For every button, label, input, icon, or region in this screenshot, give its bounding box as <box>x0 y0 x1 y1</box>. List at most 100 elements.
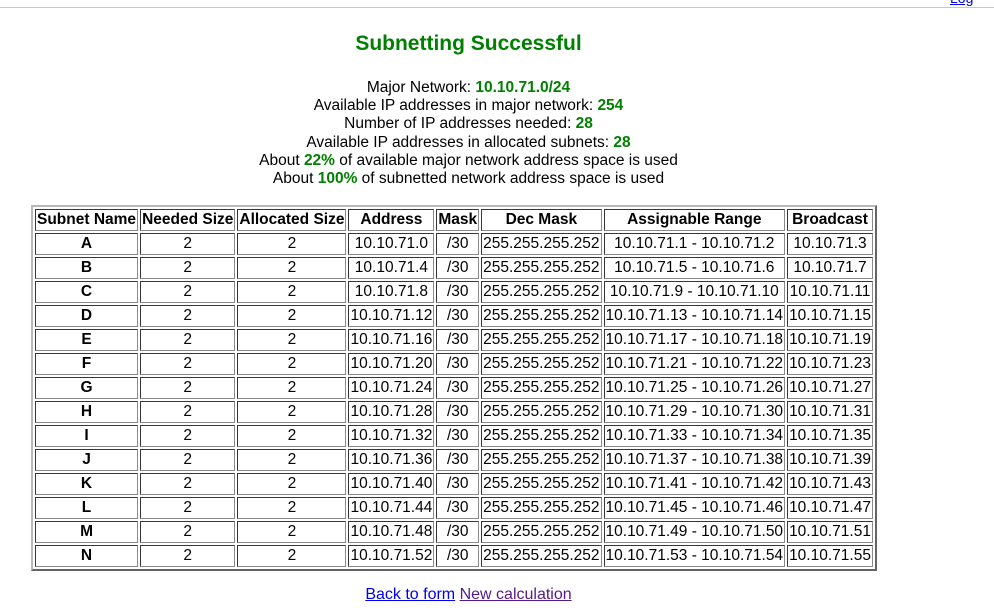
page-title: Subnetting Successful <box>355 32 582 55</box>
dec-mask-cell: 255.255.255.252 <box>481 353 602 375</box>
subnet-name-cell: N <box>35 545 139 567</box>
column-header: Broadcast <box>787 209 873 231</box>
address-cell: 10.10.71.12 <box>348 305 435 327</box>
address-cell: 10.10.71.36 <box>348 449 435 471</box>
table-row: K 2 2 10.10.71.40/30 255.255.255.252 10.10.71… <box>35 473 873 495</box>
allocated-size-cell: 2 <box>237 257 347 279</box>
allocated-size-cell: 2 <box>237 353 347 375</box>
assignable-range-cell: 10.10.71.9 - 10.10.71.10 <box>603 281 786 303</box>
assignable-range-cell: 10.10.71.37 - 10.10.71.38 <box>603 449 786 471</box>
assignable-range-cell: 10.10.71.33 - 10.10.71.34 <box>603 425 786 447</box>
mask-cell: /30 <box>436 329 480 351</box>
broadcast-cell: 10.10.71.3 <box>787 233 873 255</box>
dec-mask-cell: 255.255.255.252 <box>481 233 602 255</box>
footer-links: Back to form New calculation <box>0 586 937 604</box>
address-cell: 10.10.71.16 <box>348 329 435 351</box>
back-to-form-link[interactable]: Back to form <box>365 586 455 603</box>
needed-size-cell: 2 <box>140 329 236 351</box>
column-header: Mask <box>436 209 480 231</box>
address-cell: 10.10.71.52 <box>348 545 435 567</box>
assignable-range-cell: 10.10.71.45 - 10.10.71.46 <box>603 497 786 519</box>
allocated-size-cell: 2 <box>237 545 347 567</box>
table-header-row: Subnet Name Needed Size Allocated Size Addr… <box>35 209 873 231</box>
needed-size-cell: 2 <box>140 425 236 447</box>
mask-cell: /30 <box>436 233 480 255</box>
summary-needed: Number of IP addresses needed: 28 <box>344 115 593 133</box>
needed-size-cell: 2 <box>140 545 236 567</box>
column-header: Needed Size <box>140 209 236 231</box>
broadcast-cell: 10.10.71.55 <box>787 545 873 567</box>
table-row: G 2 2 10.10.71.24/30 255.255.255.252 10.10.71… <box>35 377 873 399</box>
clipped-top-right-link[interactable]: Log <box>950 0 994 8</box>
assignable-range-cell: 10.10.71.25 - 10.10.71.26 <box>603 377 786 399</box>
table-row: B 2 2 10.10.71.4/30 255.255.255.252 10.10.71.… <box>35 257 873 279</box>
dec-mask-cell: 255.255.255.252 <box>481 473 602 495</box>
subnet-name-cell: C <box>35 281 139 303</box>
needed-size-cell: 2 <box>140 473 236 495</box>
assignable-range-cell: 10.10.71.29 - 10.10.71.30 <box>603 401 786 423</box>
address-cell: 10.10.71.24 <box>348 377 435 399</box>
top-divider <box>0 7 994 8</box>
needed-size-cell: 2 <box>140 401 236 423</box>
allocated-size-cell: 2 <box>237 233 347 255</box>
mask-cell: /30 <box>436 353 480 375</box>
mask-cell: /30 <box>436 401 480 423</box>
dec-mask-cell: 255.255.255.252 <box>481 305 602 327</box>
allocated-size-cell: 2 <box>237 425 347 447</box>
allocated-size-cell: 2 <box>237 329 347 351</box>
address-cell: 10.10.71.4 <box>348 257 435 279</box>
broadcast-cell: 10.10.71.35 <box>787 425 873 447</box>
needed-size-cell: 2 <box>140 281 236 303</box>
needed-size-cell: 2 <box>140 305 236 327</box>
mask-cell: /30 <box>436 449 480 471</box>
subnet-name-cell: J <box>35 449 139 471</box>
allocated-size-cell: 2 <box>237 401 347 423</box>
column-header: Address <box>348 209 435 231</box>
table-row: I 2 2 10.10.71.32/30 255.255.255.252 10.10.71… <box>35 425 873 447</box>
table-row: M 2 2 10.10.71.48/30 255.255.255.252 10.10.71… <box>35 521 873 543</box>
needed-size-cell: 2 <box>140 497 236 519</box>
subnet-name-cell: G <box>35 377 139 399</box>
table-row: F 2 2 10.10.71.20/30 255.255.255.252 10.10.71… <box>35 353 873 375</box>
summary-subnet-used: About 100% of subnetted network address … <box>272 170 665 188</box>
mask-cell: /30 <box>436 305 480 327</box>
assignable-range-cell: 10.10.71.17 - 10.10.71.18 <box>603 329 786 351</box>
allocated-size-cell: 2 <box>237 281 347 303</box>
assignable-range-cell: 10.10.71.41 - 10.10.71.42 <box>603 473 786 495</box>
summary-major-used: About 22% of available major network add… <box>259 151 678 169</box>
subnet-name-cell: K <box>35 473 139 495</box>
mask-cell: /30 <box>436 425 480 447</box>
column-header: Subnet Name <box>35 209 139 231</box>
summary-available-allocated: Available IP addresses in allocated subn… <box>306 133 631 151</box>
mask-cell: /30 <box>436 545 480 567</box>
mask-cell: /30 <box>436 257 480 279</box>
column-header: Dec Mask <box>481 209 602 231</box>
dec-mask-cell: 255.255.255.252 <box>481 521 602 543</box>
mask-cell: /30 <box>436 473 480 495</box>
mask-cell: /30 <box>436 281 480 303</box>
broadcast-cell: 10.10.71.7 <box>787 257 873 279</box>
dec-mask-cell: 255.255.255.252 <box>481 329 602 351</box>
table-row: J 2 2 10.10.71.36/30 255.255.255.252 10.10.71… <box>35 449 873 471</box>
address-cell: 10.10.71.20 <box>348 353 435 375</box>
subnet-name-cell: F <box>35 353 139 375</box>
subnet-table-container: Subnet Name Needed Size Allocated Size Addr… <box>31 205 877 571</box>
address-cell: 10.10.71.48 <box>348 521 435 543</box>
broadcast-cell: 10.10.71.47 <box>787 497 873 519</box>
mask-cell: /30 <box>436 377 480 399</box>
dec-mask-cell: 255.255.255.252 <box>481 497 602 519</box>
needed-size-cell: 2 <box>140 353 236 375</box>
dec-mask-cell: 255.255.255.252 <box>481 257 602 279</box>
new-calculation-link[interactable]: New calculation <box>460 586 572 603</box>
subnet-name-cell: I <box>35 425 139 447</box>
table-row: E 2 2 10.10.71.16/30 255.255.255.252 10.10.71… <box>35 329 873 351</box>
table-row: D 2 2 10.10.71.12/30 255.255.255.252 10.10.71… <box>35 305 873 327</box>
table-row: L 2 2 10.10.71.44/30 255.255.255.252 10.10.71… <box>35 497 873 519</box>
summary-available-major: Available IP addresses in major network:… <box>313 97 624 115</box>
assignable-range-cell: 10.10.71.5 - 10.10.71.6 <box>603 257 786 279</box>
needed-size-cell: 2 <box>140 521 236 543</box>
column-header: Allocated Size <box>237 209 347 231</box>
allocated-size-cell: 2 <box>237 497 347 519</box>
table-row: A 2 2 10.10.71.0/30 255.255.255.252 10.10.71.… <box>35 233 873 255</box>
needed-size-cell: 2 <box>140 257 236 279</box>
